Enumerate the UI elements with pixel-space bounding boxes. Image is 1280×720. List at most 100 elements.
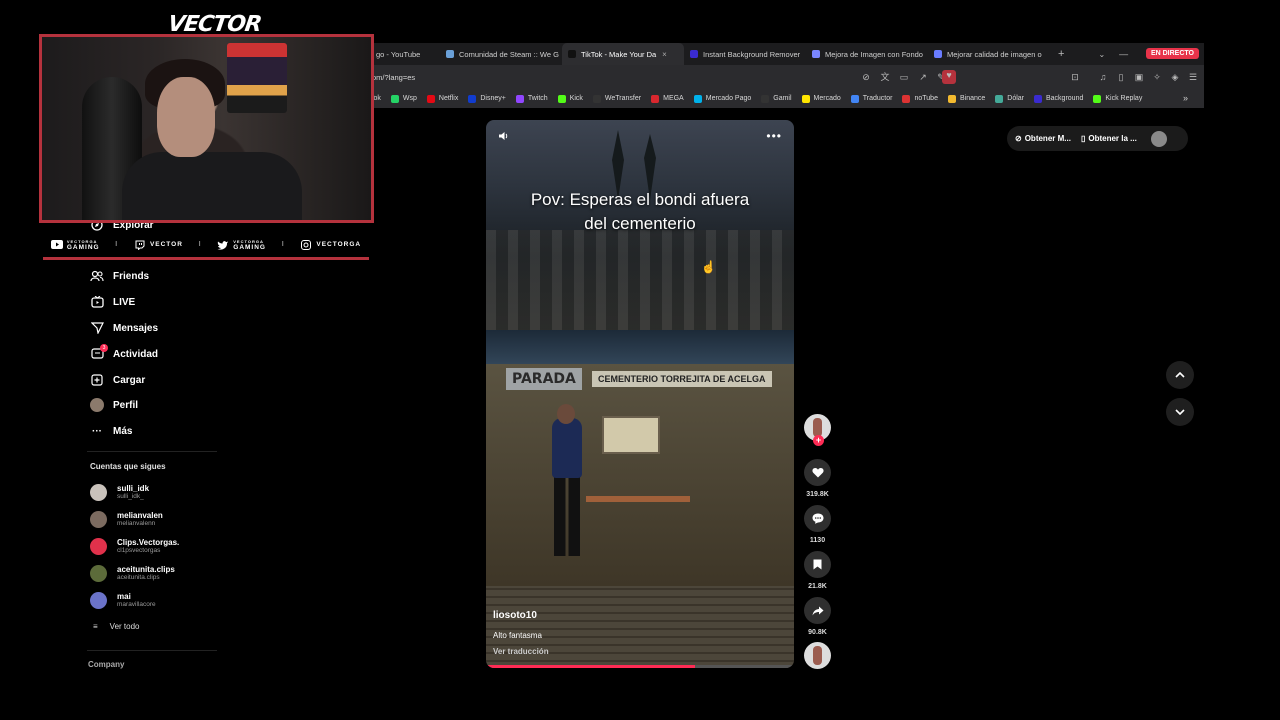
- see-all-button[interactable]: ≡ Ver todo: [93, 622, 139, 631]
- sidebar-icon[interactable]: ▯: [1116, 72, 1126, 82]
- tab-search-icon[interactable]: ⌄: [1098, 50, 1105, 59]
- sidebar-item-label: Mensajes: [113, 322, 159, 334]
- get-app-button[interactable]: ⊘ Obtener M...: [1015, 134, 1071, 143]
- share-count: 90.8K: [808, 629, 827, 636]
- sidebar-item-mensajes[interactable]: Mensajes: [90, 320, 158, 336]
- browser-tab[interactable]: TikTok - Make Your Da ×: [562, 43, 684, 65]
- sidebar-item-label: LIVE: [113, 296, 136, 308]
- vpn-icon[interactable]: ◈: [1170, 72, 1180, 82]
- separator: I: [198, 241, 202, 248]
- video-author[interactable]: liosoto10: [493, 610, 537, 621]
- bookmark-item[interactable]: WeTransfer: [592, 94, 641, 103]
- bookmark-label: Dólar: [1007, 95, 1024, 102]
- browser-tab[interactable]: Comunidad de Steam :: We G: [440, 43, 562, 65]
- bookmark-favicon-icon: [390, 94, 399, 103]
- live-badge: EN DIRECTO: [1145, 48, 1199, 59]
- share-action[interactable]: 90.8K: [804, 597, 831, 636]
- bookmark-favicon-icon: [468, 94, 477, 103]
- next-video-button[interactable]: [1166, 398, 1194, 426]
- browser-tab[interactable]: Mejora de Imagen con Fondo: [806, 43, 928, 65]
- sidebar-item-perfil[interactable]: Perfil: [90, 397, 138, 413]
- following-account[interactable]: mai maravillacore: [90, 592, 156, 609]
- sidebar-divider: [87, 451, 217, 452]
- camera-off-icon[interactable]: ⊘: [861, 72, 871, 82]
- bookmark-label: noTube: [914, 95, 938, 102]
- following-account[interactable]: melianvalen melianvalenn: [90, 511, 163, 528]
- browser-tab[interactable]: go - YouTube: [370, 43, 440, 65]
- follow-plus-icon[interactable]: +: [813, 435, 824, 446]
- comment-icon[interactable]: [804, 505, 831, 532]
- browser-tab[interactable]: Instant Background Remover: [684, 43, 806, 65]
- see-translation-link[interactable]: Ver traducción: [493, 647, 549, 656]
- more-options-icon[interactable]: •••: [766, 129, 782, 143]
- bookmark-item[interactable]: noTube: [902, 94, 938, 103]
- bookmark-label: Kick: [569, 95, 583, 102]
- social-instagram: VECTORGA: [300, 239, 361, 250]
- bookmark-item[interactable]: Wsp: [390, 94, 417, 103]
- previous-video-button[interactable]: [1166, 361, 1194, 389]
- bookmark-item[interactable]: Kick Replay: [1093, 94, 1143, 103]
- social-twitch: VECTOR: [134, 240, 183, 250]
- cast-icon[interactable]: ▭: [899, 72, 909, 82]
- bookmark-item[interactable]: Netflix: [426, 94, 458, 103]
- following-account[interactable]: Clips.Vectorgas. cl1psvectorgas: [90, 538, 179, 555]
- menu-icon[interactable]: ☰: [1188, 72, 1198, 82]
- new-tab-button[interactable]: +: [1058, 48, 1064, 60]
- bookmark-label: Kick Replay: [1105, 95, 1143, 102]
- bookmark-item[interactable]: Gamil: [761, 94, 792, 103]
- bookmark-item[interactable]: Binance: [947, 94, 985, 103]
- ai-assistant-icon[interactable]: ✧: [1152, 72, 1162, 82]
- music-icon[interactable]: ♫: [1098, 72, 1108, 82]
- bookmark-label: Disney+: [480, 95, 506, 102]
- user-avatar[interactable]: [1150, 130, 1167, 147]
- music-disc-button[interactable]: [804, 642, 831, 669]
- volume-icon[interactable]: [498, 131, 509, 144]
- streamer-body: [122, 152, 302, 220]
- bookmark-icon[interactable]: [804, 551, 831, 578]
- bookmark-item[interactable]: Background: [1034, 94, 1084, 103]
- save-action[interactable]: 21.8K: [804, 551, 831, 590]
- bookmarks-more-icon[interactable]: »: [1183, 93, 1188, 103]
- bookmark-item[interactable]: Traductor: [850, 94, 892, 103]
- share-icon[interactable]: [804, 597, 831, 624]
- bookmark-label: Mercado: [813, 95, 841, 102]
- bookmark-item[interactable]: Dólar: [995, 94, 1024, 103]
- company-heading[interactable]: Company: [88, 660, 124, 669]
- like-action[interactable]: 319.8K: [804, 459, 831, 498]
- video-player[interactable]: PARADA CEMENTERIO TORREJITA DE ACELGA Po…: [486, 120, 794, 668]
- url-text[interactable]: om/?lang=es: [372, 73, 415, 82]
- creator-avatar-button[interactable]: +: [804, 414, 831, 446]
- sidebar-item-live[interactable]: LIVE: [90, 294, 135, 310]
- bookmark-item[interactable]: Disney+: [468, 94, 506, 103]
- bookmark-item[interactable]: Mercado: [801, 94, 841, 103]
- tab-favicon-icon: [568, 50, 576, 58]
- bookmark-item[interactable]: Twitch: [515, 94, 548, 103]
- share-icon[interactable]: ↗: [918, 72, 928, 82]
- translate-icon[interactable]: 文: [880, 72, 890, 82]
- tab-favicon-icon: [690, 50, 698, 58]
- video-progress-bar[interactable]: [486, 665, 794, 668]
- sidebar-item-cargar[interactable]: Cargar: [90, 372, 145, 388]
- close-tab-icon[interactable]: ×: [662, 50, 667, 59]
- address-bar[interactable]: om/?lang=es ⊘ 文 ▭ ↗ ✎ ♥ ⊡ ♫ ▯ ▣ ✧ ◈ ☰: [370, 65, 1204, 89]
- comment-action[interactable]: 1130: [804, 505, 831, 544]
- bookmark-favicon-icon: [801, 94, 810, 103]
- bookmark-item[interactable]: Kick: [557, 94, 583, 103]
- wallet-icon[interactable]: ▣: [1134, 72, 1144, 82]
- screenshot-icon[interactable]: ⊡: [1070, 72, 1080, 82]
- following-account[interactable]: aceitunita.clips aceitunita.clips: [90, 565, 175, 582]
- sidebar-item-friends[interactable]: Friends: [90, 268, 149, 284]
- download-icon: ⊘: [1015, 134, 1022, 143]
- bookmark-item[interactable]: Mercado Pago: [693, 94, 751, 103]
- following-account[interactable]: sulli_idk sulli_idk_: [90, 484, 149, 501]
- bookmark-label: Background: [1046, 95, 1084, 102]
- bookmark-item[interactable]: MEGA: [651, 94, 684, 103]
- browser-tab[interactable]: Mejorar calidad de imagen o: [928, 43, 1050, 65]
- brave-shield-icon[interactable]: ♥: [942, 70, 956, 84]
- minimize-icon[interactable]: —: [1119, 49, 1128, 59]
- get-mobile-app-button[interactable]: ▯ Obtener la ...: [1081, 134, 1137, 143]
- sidebar-item-mas[interactable]: ··· Más: [90, 423, 132, 439]
- bookmark-favicon-icon: [557, 94, 566, 103]
- heart-icon[interactable]: [804, 459, 831, 486]
- bookmark-favicon-icon: [995, 94, 1004, 103]
